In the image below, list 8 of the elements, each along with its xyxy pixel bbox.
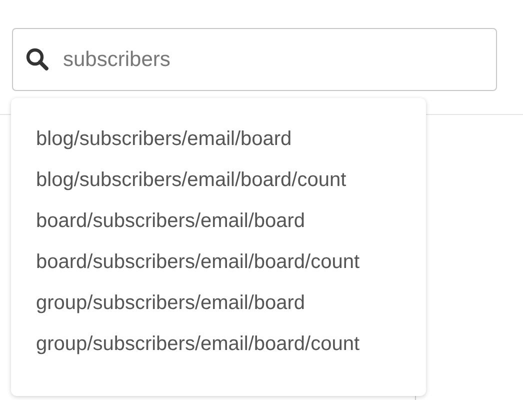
suggestion-item[interactable]: group/subscribers/email/board xyxy=(11,282,426,323)
suggestion-item[interactable]: group/subscribers/email/board/count xyxy=(11,323,426,364)
search-icon xyxy=(25,47,49,71)
suggestion-item[interactable]: blog/subscribers/email/board/count xyxy=(11,159,426,200)
suggestion-item[interactable]: board/subscribers/email/board xyxy=(11,200,426,241)
suggestion-item[interactable]: blog/subscribers/email/board xyxy=(11,118,426,159)
suggestion-item[interactable]: board/subscribers/email/board/count xyxy=(11,241,426,282)
search-field[interactable]: subscribers xyxy=(12,28,497,91)
